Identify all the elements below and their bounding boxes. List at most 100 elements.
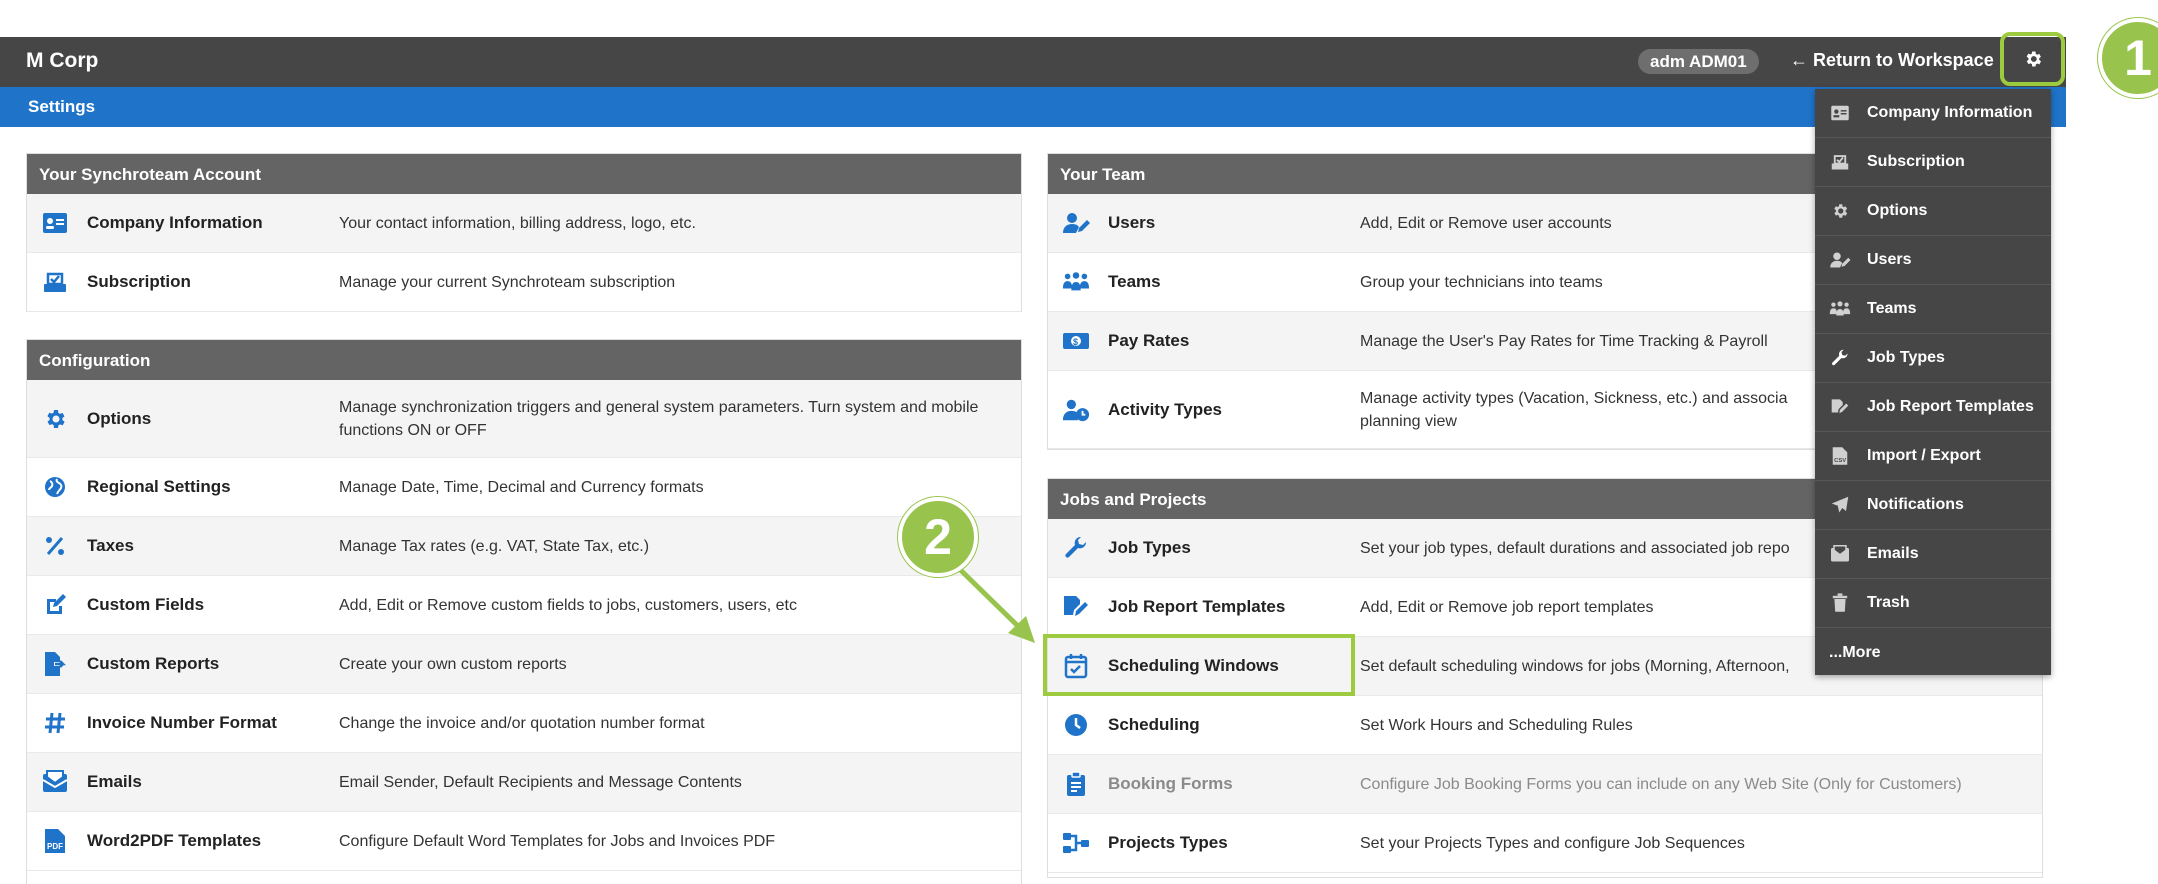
settings-row-company-information[interactable]: Company Information Your contact informa… — [27, 194, 1021, 253]
menu-item-emails[interactable]: Emails — [1815, 530, 2051, 579]
menu-item-label: Trash — [1867, 594, 1910, 611]
settings-row-projects-types[interactable]: Projects Types Set your Projects Types a… — [1048, 814, 2042, 873]
settings-row-invoice-number-format[interactable]: Invoice Number Format Change the invoice… — [27, 694, 1021, 753]
subscription-icon — [41, 268, 69, 296]
menu-item-teams[interactable]: Teams — [1815, 285, 2051, 334]
row-description: Set your Projects Types and configure Jo… — [1360, 834, 1745, 852]
money-icon: $ — [1062, 327, 1090, 355]
wrench-icon — [1062, 534, 1090, 562]
row-description: Email Sender, Default Recipients and Mes… — [339, 773, 742, 791]
return-to-workspace-link[interactable]: ← Return to Workspace — [1790, 50, 1994, 71]
row-description: Add, Edit or Remove custom fields to job… — [339, 596, 797, 614]
menu-item-notifications[interactable]: Notifications — [1815, 481, 2051, 530]
team-icon — [1829, 298, 1851, 320]
menu-item-label: Job Report Templates — [1867, 398, 2034, 415]
row-description: Manage activity types (Vacation, Sicknes… — [1360, 389, 1788, 430]
row-description: Set Work Hours and Scheduling Rules — [1360, 716, 1633, 734]
report-edit-icon — [1829, 396, 1851, 418]
row-description: Manage synchronization triggers and gene… — [339, 398, 979, 439]
row-name: Projects Types — [1108, 833, 1228, 852]
row-name: Job Types — [1108, 538, 1191, 557]
id-card-icon — [1829, 102, 1851, 124]
user-badge[interactable]: adm ADM01 — [1638, 49, 1759, 74]
menu-item-label: Users — [1867, 251, 1912, 268]
row-description: Configure Default Word Templates for Job… — [339, 832, 776, 850]
user-clock-icon — [1062, 396, 1090, 424]
gear-icon — [2023, 49, 2043, 69]
configuration-panel: Configuration Options Manage synchroniza… — [26, 339, 1022, 884]
settings-row-regional-settings[interactable]: Regional Settings Manage Date, Time, Dec… — [27, 458, 1021, 517]
email-icon — [41, 768, 69, 796]
edit-icon — [41, 591, 69, 619]
inbox-icon — [1829, 543, 1851, 565]
row-name: Emails — [87, 772, 142, 791]
menu-item-label: ...More — [1829, 643, 1881, 661]
brand-name[interactable]: M Corp — [26, 49, 98, 73]
pdf-icon: PDF — [41, 827, 69, 855]
settings-dropdown-menu: Company Information Subscription Options… — [1815, 89, 2051, 675]
row-description: Manage Date, Time, Decimal and Currency … — [339, 478, 704, 496]
callout-number: 1 — [2124, 30, 2152, 86]
settings-row-options[interactable]: Options Manage synchronization triggers … — [27, 380, 1021, 458]
settings-row-word2pdf-templates[interactable]: PDF Word2PDF Templates Configure Default… — [27, 812, 1021, 871]
row-description: Manage Tax rates (e.g. VAT, State Tax, e… — [339, 537, 650, 555]
panel-title: Your Synchroteam Account — [27, 154, 1021, 194]
page-title: Settings — [28, 97, 96, 116]
team-icon — [1062, 268, 1090, 296]
settings-row-booking-forms[interactable]: Booking Forms Configure Job Booking Form… — [1048, 755, 2042, 814]
svg-text:$: $ — [1073, 337, 1078, 347]
globe-icon — [41, 473, 69, 501]
callout-badge-2: 2 — [898, 497, 978, 577]
menu-item-users[interactable]: Users — [1815, 236, 2051, 285]
row-name: Regional Settings — [87, 477, 231, 496]
menu-item-import-export[interactable]: CSV Import / Export — [1815, 432, 2051, 481]
settings-row-custom-fields[interactable]: Custom Fields Add, Edit or Remove custom… — [27, 576, 1021, 635]
row-name: Invoice Number Format — [87, 713, 277, 732]
gear-icon — [41, 405, 69, 433]
row-name: Teams — [1108, 272, 1161, 291]
row-name: Taxes — [87, 536, 134, 555]
menu-item-label: Teams — [1867, 300, 1917, 317]
menu-item-label: Company Information — [1867, 104, 2033, 121]
row-name: Pay Rates — [1108, 331, 1190, 350]
menu-item-label: Emails — [1867, 545, 1919, 562]
settings-row-emails[interactable]: Emails Email Sender, Default Recipients … — [27, 753, 1021, 812]
row-name: Company Information — [87, 213, 263, 232]
settings-row-scheduling[interactable]: Scheduling Set Work Hours and Scheduling… — [1048, 696, 2042, 755]
gear-icon — [1829, 200, 1851, 222]
menu-item-job-types[interactable]: Job Types — [1815, 334, 2051, 383]
row-description: Manage your current Synchroteam subscrip… — [339, 273, 676, 291]
panel-title: Configuration — [27, 340, 1021, 380]
menu-item-label: Subscription — [1867, 153, 1965, 170]
user-edit-icon — [1062, 209, 1090, 237]
menu-item-job-report-templates[interactable]: Job Report Templates — [1815, 383, 2051, 432]
hashtag-icon — [41, 709, 69, 737]
menu-item-more[interactable]: ...More — [1815, 628, 2051, 677]
settings-gear-button[interactable] — [2000, 32, 2065, 86]
top-bar: M Corp adm ADM01 ← Return to Workspace — [0, 37, 2066, 87]
menu-item-label: Job Types — [1867, 349, 1945, 366]
row-name: Users — [1108, 213, 1156, 232]
row-name: Custom Fields — [87, 595, 205, 614]
scheduling-windows-highlight — [1043, 634, 1355, 696]
settings-subheader: Settings — [0, 87, 2066, 127]
menu-item-company-information[interactable]: Company Information — [1815, 89, 2051, 138]
settings-row-custom-reports[interactable]: Custom Reports Create your own custom re… — [27, 635, 1021, 694]
subscription-icon — [1829, 151, 1851, 173]
row-name: Options — [87, 408, 152, 428]
settings-row-taxes[interactable]: Taxes Manage Tax rates (e.g. VAT, State … — [27, 517, 1021, 576]
menu-item-subscription[interactable]: Subscription — [1815, 138, 2051, 187]
row-name: Scheduling — [1108, 715, 1200, 734]
percent-icon — [41, 532, 69, 560]
file-export-icon — [41, 650, 69, 678]
trash-icon — [1829, 592, 1851, 614]
wrench-icon — [1829, 347, 1851, 369]
row-name: Subscription — [87, 272, 191, 291]
clock-icon — [1062, 711, 1090, 739]
settings-row-subscription[interactable]: Subscription Manage your current Synchro… — [27, 253, 1021, 312]
id-card-icon — [41, 209, 69, 237]
menu-item-label: Options — [1867, 202, 1928, 219]
report-edit-icon — [1062, 593, 1090, 621]
menu-item-trash[interactable]: Trash — [1815, 579, 2051, 628]
menu-item-options[interactable]: Options — [1815, 187, 2051, 236]
